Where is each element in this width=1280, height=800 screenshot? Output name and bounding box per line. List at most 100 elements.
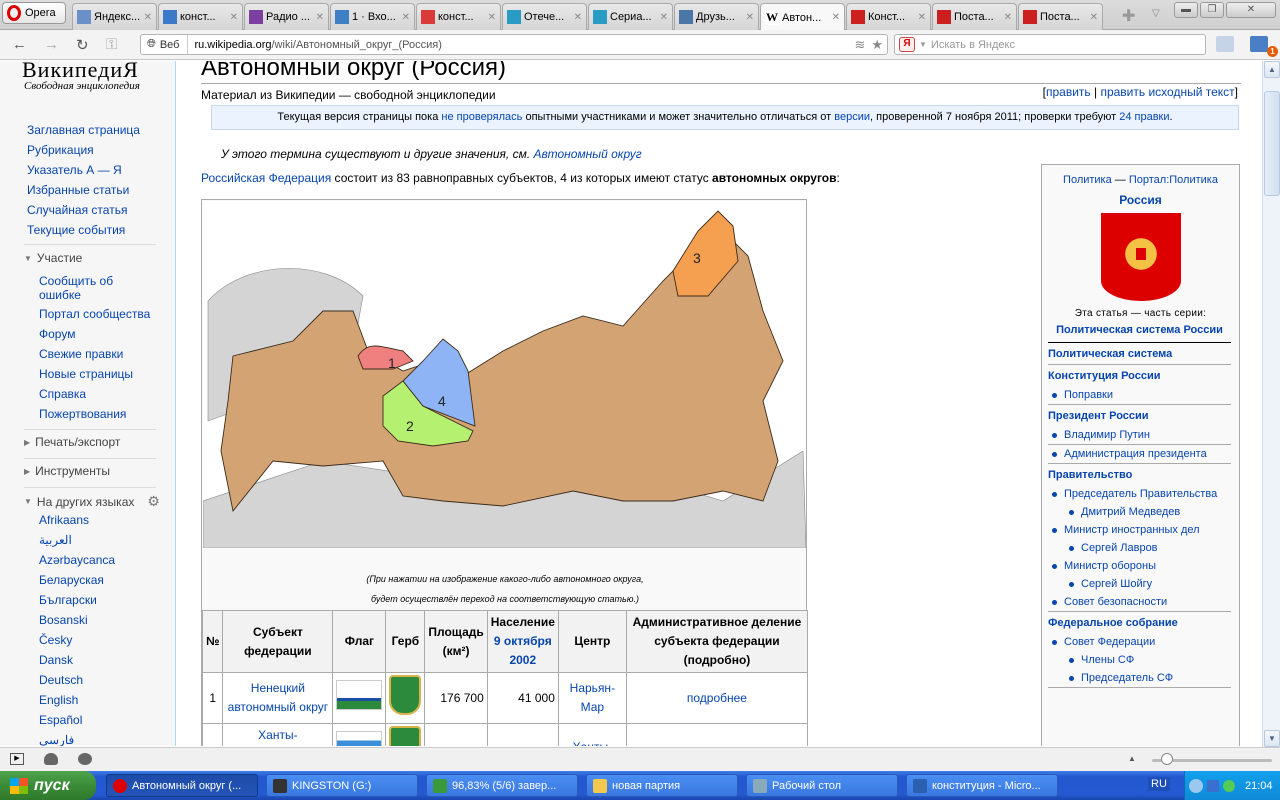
khanty-mansi-coat-of-arms-image[interactable]	[389, 726, 422, 746]
zoom-slider-handle[interactable]	[1161, 753, 1173, 765]
language-item-link[interactable]: Беларуская	[39, 573, 104, 587]
close-tab-icon[interactable]: ✕	[488, 12, 496, 23]
language-item-link[interactable]: فارسی	[39, 733, 74, 746]
series-title-link[interactable]: Политическая система России	[1048, 322, 1231, 343]
language-item-link[interactable]: Български	[39, 593, 97, 607]
infobox-item[interactable]: Поправки	[1048, 386, 1231, 405]
sidebar-participation-item-link[interactable]: Новые страницы	[39, 367, 133, 381]
sidebar-section-participation[interactable]: ▼ Участие	[24, 251, 82, 265]
russia-coat-of-arms-image[interactable]	[1100, 213, 1181, 301]
sidebar-participation-item-link[interactable]: Форум	[39, 327, 75, 341]
infobox-item[interactable]: Председатель Правительства	[1048, 485, 1231, 503]
sidebar-participation-item-link[interactable]: Свежие правки	[39, 347, 123, 361]
language-item-link[interactable]: Bosanski	[39, 613, 88, 627]
minimize-button[interactable]: ▬	[1174, 2, 1198, 18]
language-item-link[interactable]: Español	[39, 713, 82, 727]
infobox-item[interactable]: Администрация президента	[1048, 445, 1231, 464]
close-tab-icon[interactable]: ✕	[230, 12, 238, 23]
version-link[interactable]: версии	[834, 111, 870, 123]
browser-tab[interactable]: Друзь... ✕	[674, 3, 759, 30]
browser-tab[interactable]: конст... ✕	[416, 3, 501, 30]
opera-unite-cloud-icon[interactable]	[44, 753, 58, 765]
close-tab-icon[interactable]: ✕	[660, 12, 668, 23]
icq-icon[interactable]	[1223, 779, 1235, 792]
close-tab-icon[interactable]: ✕	[918, 12, 926, 23]
subject-link[interactable]: Ханты-	[258, 728, 297, 742]
sidebar-nav-item-link[interactable]: Избранные статьи	[27, 183, 129, 197]
nenets-flag-image[interactable]	[336, 680, 383, 710]
close-tab-icon[interactable]: ✕	[1090, 12, 1098, 23]
taskbar-button[interactable]: Автономный округ (...	[106, 774, 258, 797]
language-item-link[interactable]: Deutsch	[39, 673, 83, 687]
back-button[interactable]: ←	[12, 36, 27, 53]
language-item-link[interactable]: English	[39, 693, 78, 707]
sidebar-nav-item-link[interactable]: Случайная статья	[27, 203, 127, 217]
sidebar-participation-item-link[interactable]: Портал сообщества	[39, 307, 150, 321]
infobox-item[interactable]: Министр обороны	[1048, 557, 1231, 575]
language-item-link[interactable]: Česky	[39, 633, 72, 647]
infobox-item[interactable]: Сергей Шойгу	[1048, 575, 1231, 593]
url-text[interactable]: ru.wikipedia.org/wiki/Автономный_округ_(…	[188, 39, 441, 51]
infobox-item[interactable]: Дмитрий Медведев	[1048, 503, 1231, 521]
sidebar-section-tools[interactable]: ▶ Инструменты	[24, 464, 110, 478]
infobox-section-header[interactable]: Конституция России	[1048, 365, 1231, 386]
search-engine-dropdown-icon[interactable]: ▼	[919, 40, 927, 49]
browser-tab[interactable]: Поста... ✕	[1018, 3, 1103, 30]
subject-link[interactable]: Ненецкий автономный округ	[228, 681, 329, 714]
address-bar[interactable]: 🌐︎ Веб ru.wikipedia.org/wiki/Автономный_о…	[140, 34, 888, 55]
sidebar-nav-item-link[interactable]: Текущие события	[27, 223, 125, 237]
russia-okrug-map[interactable]: 1 2 3 4	[203, 201, 806, 548]
infobox-section-header[interactable]: Политическая система	[1048, 343, 1231, 365]
taskbar-button[interactable]: конституция - Micro...	[906, 774, 1058, 797]
not-reviewed-link[interactable]: не проверялась	[441, 111, 522, 123]
start-button[interactable]: пуск	[0, 771, 96, 800]
keyboard-language-indicator[interactable]: RU	[1148, 777, 1170, 791]
sidebar-participation-item-link[interactable]: Пожертвования	[39, 407, 126, 421]
zoom-menu-icon[interactable]: ▲	[1128, 754, 1136, 763]
infobox-item[interactable]: Министр иностранных дел	[1048, 521, 1231, 539]
sidebar-nav-item-link[interactable]: Заглавная страница	[27, 123, 140, 137]
infobox-section-header[interactable]: Правительство	[1048, 464, 1231, 485]
close-tab-icon[interactable]: ✕	[144, 12, 152, 23]
hatnote-link[interactable]: Автономный округ	[534, 147, 642, 161]
tab-list-chevron-icon[interactable]: ▽	[1152, 8, 1160, 19]
center-link[interactable]: Нарьян-Мар	[570, 681, 615, 714]
close-tab-icon[interactable]: ✕	[402, 12, 410, 23]
politics-portal-link[interactable]: Портал:Политика	[1129, 174, 1218, 186]
browser-tab[interactable]: конст... ✕	[158, 3, 243, 30]
sidebar-section-languages[interactable]: ▼ На других языках ⚙	[24, 493, 160, 510]
network-icon[interactable]	[1207, 779, 1219, 792]
sidebar-section-print[interactable]: ▶ Печать/экспорт	[24, 435, 120, 449]
forward-button[interactable]: →	[44, 36, 59, 53]
yandex-search-input[interactable]: Я ▼ Искать в Яндекс	[894, 34, 1206, 55]
edit-link[interactable]: править	[1046, 85, 1091, 99]
infobox-section-header[interactable]: Президент России	[1048, 405, 1231, 426]
browser-tab[interactable]: Сериа... ✕	[588, 3, 673, 30]
language-item-link[interactable]: العربية	[39, 533, 72, 547]
pending-edits-link[interactable]: 24 правки	[1119, 111, 1169, 123]
khanty-mansi-flag-image[interactable]	[336, 731, 383, 746]
infobox-section-header[interactable]: Федеральное собрание	[1048, 612, 1231, 633]
details-link[interactable]: подробнее	[687, 691, 747, 705]
gear-icon[interactable]: ⚙	[147, 493, 160, 510]
language-item-link[interactable]: Azərbaycanca	[39, 553, 115, 567]
bookmark-star-icon[interactable]: ★	[871, 37, 883, 53]
browser-tab[interactable]: Яндекс... ✕	[72, 3, 157, 30]
edit-source-link[interactable]: править исходный текст	[1100, 85, 1234, 99]
sidebar-nav-item-link[interactable]: Указатель А — Я	[27, 163, 122, 177]
scroll-thumb[interactable]	[1264, 91, 1280, 196]
restore-button[interactable]: ❐	[1200, 2, 1224, 18]
scroll-down-button[interactable]: ▼	[1264, 730, 1280, 747]
reload-button[interactable]: ↻	[76, 36, 89, 54]
scroll-up-button[interactable]: ▲	[1264, 61, 1280, 78]
politics-link[interactable]: Политика	[1063, 174, 1112, 186]
language-item-link[interactable]: Dansk	[39, 653, 73, 667]
infobox-item[interactable]: Владимир Путин	[1048, 426, 1231, 445]
infobox-item[interactable]: Совет безопасности	[1048, 593, 1231, 612]
opera-menu-button[interactable]: Opera	[2, 2, 66, 24]
taskbar-button[interactable]: новая партия	[586, 774, 738, 797]
infobox-item[interactable]: Совет Федерации	[1048, 633, 1231, 651]
sidebar-nav-item-link[interactable]: Рубрикация	[27, 143, 94, 157]
browser-tab[interactable]: Конст... ✕	[846, 3, 931, 30]
rss-icon[interactable]: ≋	[854, 37, 865, 53]
